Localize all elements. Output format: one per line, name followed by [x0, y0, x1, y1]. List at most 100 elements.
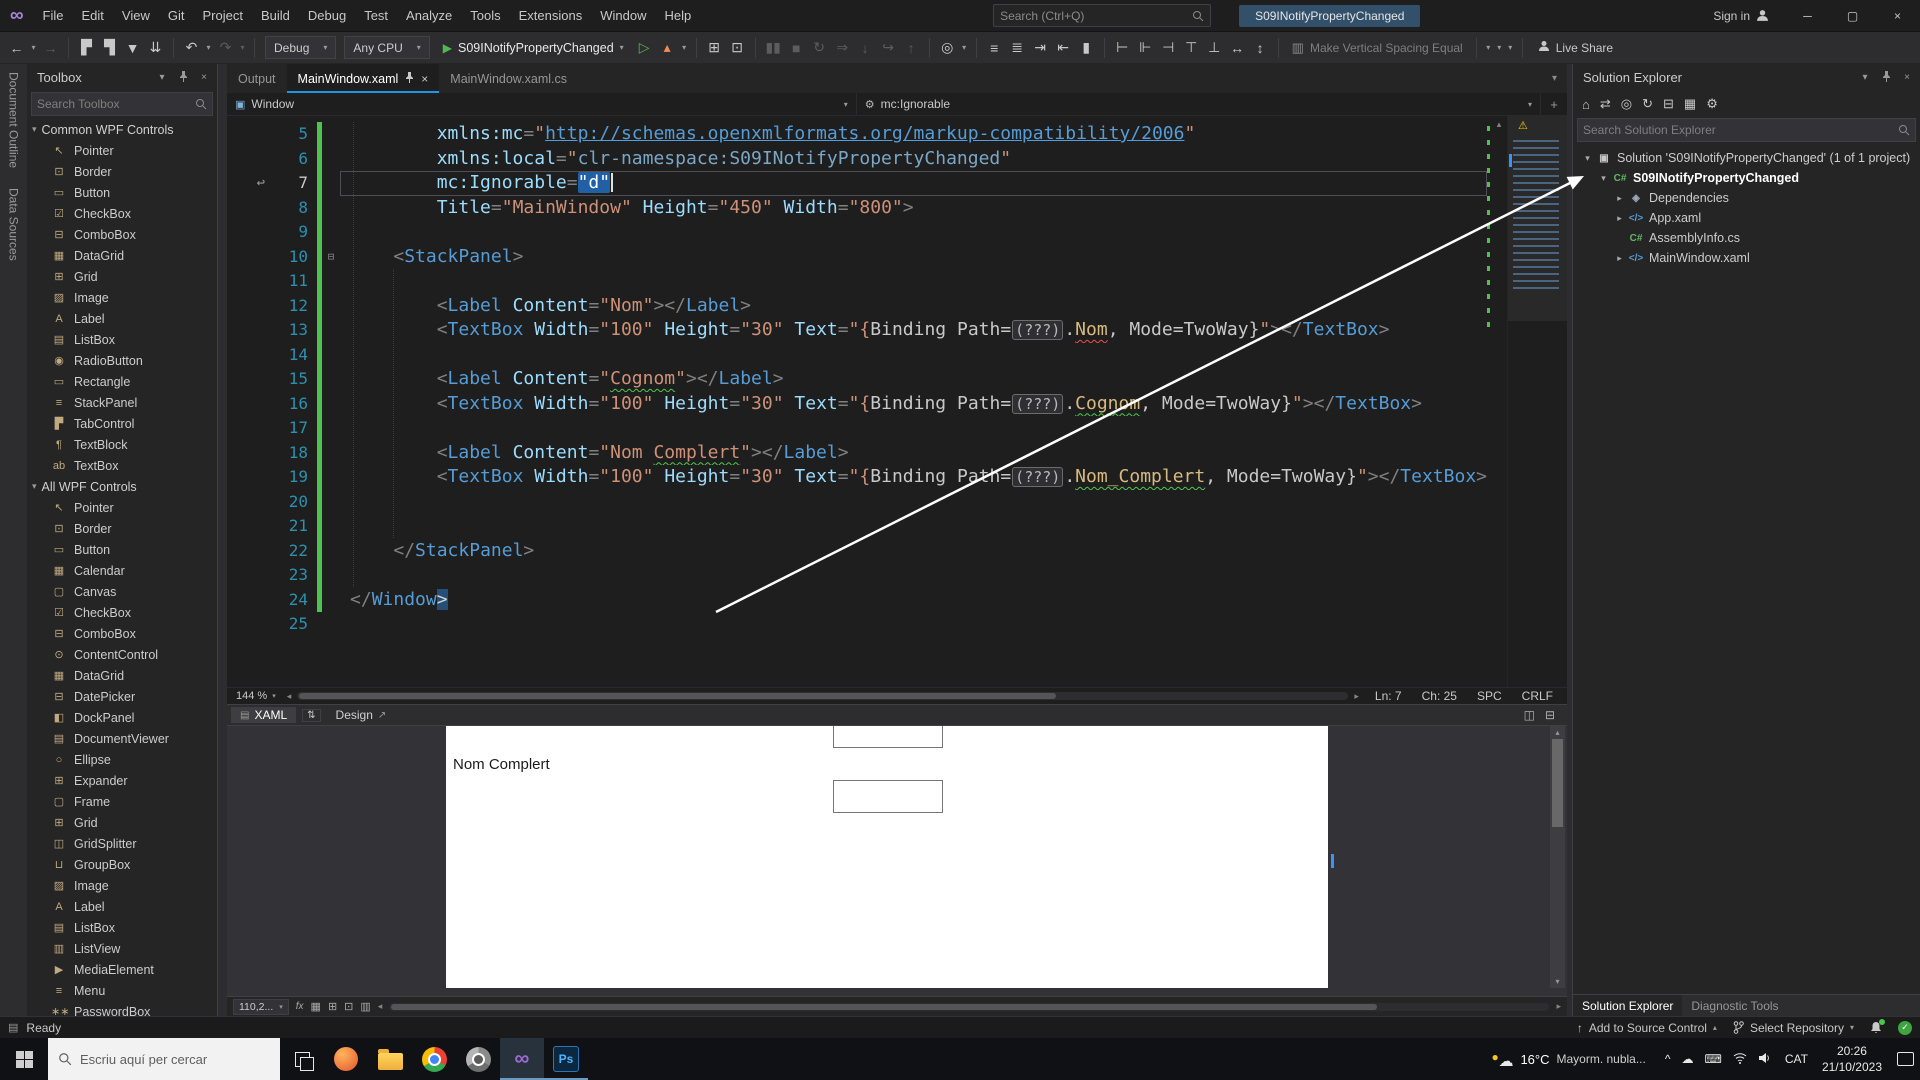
- align-left-icon[interactable]: ⊢: [1112, 37, 1133, 58]
- start-button[interactable]: [0, 1038, 48, 1080]
- platform-select[interactable]: Any CPU ▾: [344, 36, 430, 59]
- navigate-backward-dropdown-icon[interactable]: ▾: [29, 41, 38, 54]
- code-line-19[interactable]: 19 <TextBox Width="100" Height="30" Text…: [227, 465, 1487, 490]
- save-all-icon[interactable]: ⇊: [145, 37, 166, 58]
- notification-center-icon[interactable]: [1897, 1052, 1914, 1066]
- menu-debug[interactable]: Debug: [299, 0, 355, 31]
- toolbox-item-combobox[interactable]: ⊟ ComboBox: [27, 623, 217, 644]
- code-line-5[interactable]: 5 xmlns:mc="http://schemas.openxmlformat…: [227, 122, 1487, 147]
- line-indicator[interactable]: Ln: 7: [1375, 689, 1402, 703]
- swap-panes-button[interactable]: ⇅: [302, 708, 321, 722]
- code-line-23[interactable]: 23: [227, 563, 1487, 588]
- toolbox-item-groupbox[interactable]: ⊔ GroupBox: [27, 854, 217, 875]
- minimap[interactable]: ⚠: [1507, 116, 1567, 687]
- toolbox-section-header[interactable]: ▾ Common WPF Controls: [27, 119, 217, 140]
- switch-views-icon[interactable]: ⇄: [1600, 96, 1611, 112]
- scroll-right-icon[interactable]: ▸: [1556, 1001, 1561, 1012]
- toolbox-item-pointer[interactable]: ↖ Pointer: [27, 140, 217, 161]
- project-node[interactable]: ▾ C# S09INotifyPropertyChanged: [1573, 168, 1920, 188]
- task-view-button[interactable]: [280, 1038, 324, 1080]
- navigate-forward-icon[interactable]: →: [40, 38, 61, 58]
- show-grid-icon[interactable]: ▦: [311, 1000, 321, 1013]
- select-repository-button[interactable]: Select Repository ▾: [1733, 1021, 1854, 1035]
- app-xaml-node[interactable]: ▸ </> App.xaml: [1573, 208, 1920, 228]
- toolbox-search-box[interactable]: [31, 92, 213, 116]
- code-line-7[interactable]: ↩ 7 mc:Ignorable="d": [227, 171, 1487, 196]
- toolbox-item-gridsplitter[interactable]: ◫ GridSplitter: [27, 833, 217, 854]
- toolbox-item-listview[interactable]: ▥ ListView: [27, 938, 217, 959]
- sign-in-button[interactable]: Sign in: [1713, 9, 1769, 23]
- toolbox-header[interactable]: Toolbox ▾ ×: [27, 64, 217, 91]
- align-top-icon[interactable]: ⊤: [1181, 37, 1202, 58]
- show-all-files-icon[interactable]: ▦: [1684, 96, 1696, 112]
- menu-view[interactable]: View: [113, 0, 159, 31]
- code-line-17[interactable]: 17: [227, 416, 1487, 441]
- toolbox-item-grid[interactable]: ⊞ Grid: [27, 266, 217, 287]
- toolbox-search-input[interactable]: [37, 97, 195, 111]
- toolbox-item-listbox[interactable]: ▤ ListBox: [27, 329, 217, 350]
- toolbox-item-label[interactable]: A Label: [27, 308, 217, 329]
- toolbox-item-contentcontrol[interactable]: ⊙ ContentControl: [27, 644, 217, 665]
- visual-studio-taskbar-icon[interactable]: ∞: [500, 1038, 544, 1080]
- app-icon-orange[interactable]: [324, 1038, 368, 1080]
- toolbox-item-datagrid[interactable]: ▦ DataGrid: [27, 665, 217, 686]
- toolbox-item-listbox[interactable]: ▤ ListBox: [27, 917, 217, 938]
- toolbox-item-label[interactable]: A Label: [27, 896, 217, 917]
- toolbox-item-stackpanel[interactable]: ≡ StackPanel: [27, 392, 217, 413]
- configuration-select[interactable]: Debug ▾: [265, 36, 337, 59]
- toolbox-item-button[interactable]: ▭ Button: [27, 539, 217, 560]
- bottom-tab-diagnostic-tools[interactable]: Diagnostic Tools: [1682, 995, 1787, 1016]
- align-center-icon[interactable]: ⊩: [1135, 37, 1156, 58]
- health-check-icon[interactable]: ✓: [1898, 1020, 1912, 1035]
- code-line-9[interactable]: 9: [227, 220, 1487, 245]
- find-dropdown-icon[interactable]: ▾: [960, 41, 969, 54]
- navigate-backward-icon[interactable]: ←: [6, 38, 27, 58]
- taskbar-search-box[interactable]: Escriu aquí per cercar: [48, 1038, 280, 1080]
- toolbox-item-mediaelement[interactable]: ▶ MediaElement: [27, 959, 217, 980]
- add-to-source-control-button[interactable]: ↑ Add to Source Control ▴: [1577, 1021, 1717, 1035]
- horizontal-scrollbar[interactable]: [297, 692, 1349, 700]
- minimize-button[interactable]: ─: [1785, 0, 1830, 31]
- toolbar-options-3-icon[interactable]: ▾: [1506, 41, 1515, 54]
- menu-project[interactable]: Project: [193, 0, 251, 31]
- code-line-8[interactable]: 8 Title="MainWindow" Height="450" Width=…: [227, 195, 1487, 220]
- effects-icon[interactable]: fx: [296, 1001, 304, 1012]
- comment-icon[interactable]: ≡: [984, 38, 1005, 58]
- properties-icon[interactable]: ⚙: [1706, 96, 1718, 112]
- step-over-icon[interactable]: ↪: [878, 37, 899, 58]
- mainwindow-xaml-node[interactable]: ▸ </> MainWindow.xaml: [1573, 248, 1920, 268]
- design-textbox-nom-complert[interactable]: [833, 780, 943, 813]
- collapse-all-icon[interactable]: ⊟: [1663, 96, 1674, 112]
- code-line-21[interactable]: 21: [227, 514, 1487, 539]
- chevron-expanded-icon[interactable]: ▾: [1597, 173, 1610, 184]
- solution-search-input[interactable]: [1583, 123, 1898, 137]
- bookmark-icon[interactable]: ▮: [1076, 37, 1097, 58]
- toolbox-item-passwordbox[interactable]: ∗∗ PasswordBox: [27, 1001, 217, 1017]
- start-without-debugging-icon[interactable]: ▷: [634, 37, 655, 58]
- toolbox-item-ellipse[interactable]: ○ Ellipse: [27, 749, 217, 770]
- toolbox-item-checkbox[interactable]: ☑ CheckBox: [27, 602, 217, 623]
- toolbox-section-header[interactable]: ▾ All WPF Controls: [27, 476, 217, 497]
- open-file-icon[interactable]: ▜: [99, 37, 120, 58]
- solution-home-icon[interactable]: ⌂: [1582, 97, 1590, 112]
- code-line-13[interactable]: 13 <TextBox Width="100" Height="30" Text…: [227, 318, 1487, 343]
- notifications-bell-icon[interactable]: [1870, 1019, 1885, 1034]
- make-vertical-spacing-equal-button[interactable]: ▥ Make Vertical Spacing Equal: [1286, 40, 1469, 56]
- snaplines-icon[interactable]: ⊡: [344, 1000, 353, 1013]
- code-editor[interactable]: 5 xmlns:mc="http://schemas.openxmlformat…: [227, 116, 1567, 687]
- toolbox-item-calendar[interactable]: ▦ Calendar: [27, 560, 217, 581]
- code-line-15[interactable]: 15 <Label Content="Cognom"></Label>: [227, 367, 1487, 392]
- uncomment-icon[interactable]: ≣: [1007, 37, 1028, 58]
- spaces-indicator[interactable]: SPC: [1477, 689, 1502, 703]
- chevron-expanded-icon[interactable]: ▾: [1581, 153, 1594, 164]
- design-horizontal-scrollbar[interactable]: [389, 1002, 1550, 1011]
- pin-icon[interactable]: [1877, 70, 1895, 85]
- toolbox-item-combobox[interactable]: ⊟ ComboBox: [27, 224, 217, 245]
- scrollbar-thumb[interactable]: [391, 1003, 1378, 1010]
- menu-file[interactable]: File: [34, 0, 73, 31]
- panel-options-chevron-icon[interactable]: ▾: [1856, 72, 1874, 83]
- tool-tab-document-outline[interactable]: Document Outline: [7, 72, 21, 168]
- tab-output[interactable]: Output: [227, 64, 287, 93]
- scroll-up-icon[interactable]: ▴: [1497, 119, 1502, 130]
- toolbox-item-border[interactable]: ⊡ Border: [27, 518, 217, 539]
